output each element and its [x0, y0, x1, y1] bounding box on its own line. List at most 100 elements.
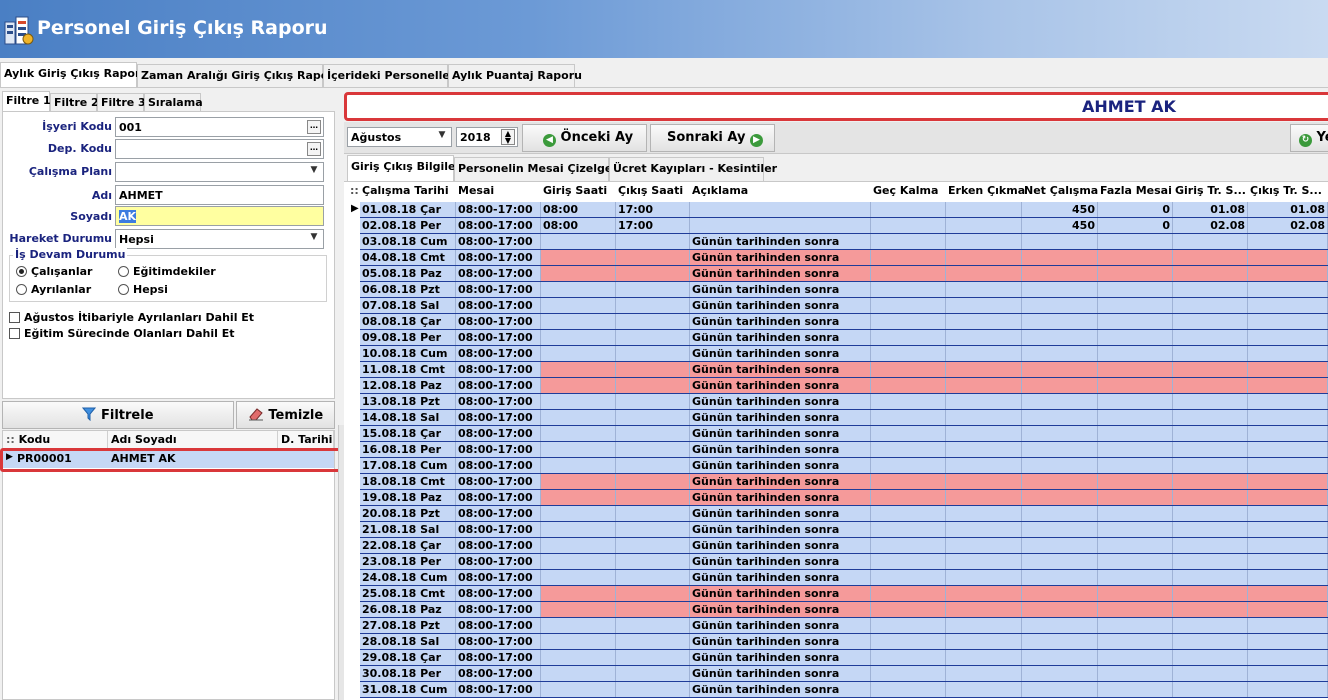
tab-icerideki-personeller[interactable]: İçerideki Personeller: [323, 64, 455, 88]
tab-ucret-kayiplari[interactable]: Ücret Kayıpları - Kesintiler: [609, 157, 777, 181]
grid-header-calisma-tarihi[interactable]: Çalışma Tarihi: [360, 184, 456, 201]
grid-header-fazla-mesai[interactable]: Fazla Mesai: [1098, 184, 1173, 201]
cell-net-calisma: [1022, 442, 1098, 457]
grid-header-erken-cikma[interactable]: Erken Çıkma: [946, 184, 1025, 201]
radio-calisanlar[interactable]: Çalışanlar: [16, 265, 92, 278]
cell-cikis-tr: [1248, 426, 1328, 441]
yenile-button[interactable]: ↻ Yenile: [1290, 124, 1328, 152]
onceki-ay-button[interactable]: ◀ Önceki Ay: [522, 124, 647, 152]
grid-header-gec-kalma[interactable]: Geç Kalma: [871, 184, 946, 201]
cell-calisma-tarihi: 20.08.18 Pzt: [360, 506, 456, 521]
table-row[interactable]: 20.08.18 Pzt 08:00-17:00 Günün tarihinden …: [360, 506, 1328, 522]
cell-giris-tr: [1173, 394, 1248, 409]
filter-panel: İşyeri Kodu 001 … Dep. Kodu … Çalışma Pl…: [2, 111, 335, 399]
table-row[interactable]: 31.08.18 Cum 08:00-17:00 Günün tarihinden …: [360, 682, 1328, 698]
table-row[interactable]: 03.08.18 Cum 08:00-17:00 Günün tarihinden …: [360, 234, 1328, 250]
table-row[interactable]: 19.08.18 Paz 08:00-17:00 Günün tarihinden …: [360, 490, 1328, 506]
dep-kodu-field[interactable]: …: [115, 139, 324, 159]
month-select[interactable]: Ağustos ▼: [347, 127, 452, 147]
grid-header-giris-tr[interactable]: Giriş Tr. S...: [1173, 184, 1248, 201]
cell-cikis-tr: [1248, 474, 1328, 489]
grid-header-net-calisma[interactable]: Net Çalışma: [1022, 184, 1098, 201]
table-row[interactable]: 09.08.18 Per 08:00-17:00 Günün tarihinden …: [360, 330, 1328, 346]
radio-egitimdekiler[interactable]: Eğitimdekiler: [118, 265, 216, 278]
cell-giris-tr: [1173, 634, 1248, 649]
cell-fazla-mesai: [1098, 538, 1173, 553]
cell-giris-saati: [541, 570, 616, 585]
cell-mesai: 08:00-17:00: [456, 378, 541, 393]
soyadi-field[interactable]: AK: [115, 206, 324, 226]
table-row[interactable]: 23.08.18 Per 08:00-17:00 Günün tarihinden …: [360, 554, 1328, 570]
grid-header-aciklama[interactable]: Açıklama: [690, 184, 871, 201]
cell-cikis-tr: [1248, 250, 1328, 265]
table-row[interactable]: 29.08.18 Çar 08:00-17:00 Günün tarihinden …: [360, 650, 1328, 666]
table-row[interactable]: 16.08.18 Per 08:00-17:00 Günün tarihinden …: [360, 442, 1328, 458]
filtrele-button[interactable]: Filtrele: [2, 401, 234, 429]
cell-gec-kalma: [871, 314, 946, 329]
grid-header-cikis-saati[interactable]: Çıkış Saati: [616, 184, 690, 201]
grid-header-d-tarihi[interactable]: D. Tarihi: [278, 431, 334, 449]
table-row[interactable]: 17.08.18 Cum 08:00-17:00 Günün tarihinden …: [360, 458, 1328, 474]
calisma-plani-select[interactable]: ▼: [115, 162, 324, 182]
table-row[interactable]: 18.08.18 Cmt 08:00-17:00 Günün tarihinden …: [360, 474, 1328, 490]
tab-filtre-2[interactable]: Filtre 2: [50, 93, 99, 112]
table-row[interactable]: 15.08.18 Çar 08:00-17:00 Günün tarihinden …: [360, 426, 1328, 442]
grid-menu-icon[interactable]: ::: [348, 184, 359, 201]
table-row[interactable]: 12.08.18 Paz 08:00-17:00 Günün tarihinden …: [360, 378, 1328, 394]
table-row[interactable]: 04.08.18 Cmt 08:00-17:00 Günün tarihinden …: [360, 250, 1328, 266]
table-row[interactable]: 24.08.18 Cum 08:00-17:00 Günün tarihinden …: [360, 570, 1328, 586]
table-row[interactable]: 02.08.18 Per 08:00-17:00 08:00 17:00 450 0 02.…: [360, 218, 1328, 234]
tab-giris-cikis-bilgileri[interactable]: Giriş Çıkış Bilgileri: [347, 155, 465, 181]
cell-giris-saati: [541, 458, 616, 473]
radio-hepsi[interactable]: Hepsi: [118, 283, 168, 296]
temizle-button[interactable]: Temizle: [236, 401, 335, 429]
table-row[interactable]: 27.08.18 Pzt 08:00-17:00 Günün tarihinden …: [360, 618, 1328, 634]
tab-mesai-cizelgesi[interactable]: Personelin Mesai Çizelgesi: [454, 157, 623, 181]
adi-field[interactable]: AHMET: [115, 185, 324, 205]
year-spinner[interactable]: 2018 ▲ ▼: [456, 127, 518, 147]
grid-header-giris-saati[interactable]: Giriş Saati: [541, 184, 616, 201]
cell-cikis-saati: [616, 426, 690, 441]
checkbox-ayrilanlari-dahil[interactable]: Ağustos İtibariyle Ayrılanları Dahil Et: [9, 311, 254, 324]
cell-gec-kalma: [871, 490, 946, 505]
table-row[interactable]: 10.08.18 Cum 08:00-17:00 Günün tarihinden …: [360, 346, 1328, 362]
table-row[interactable]: 14.08.18 Sal 08:00-17:00 Günün tarihinden …: [360, 410, 1328, 426]
isyeri-lookup-button[interactable]: …: [307, 120, 321, 134]
spinner-arrows-icon[interactable]: ▲ ▼: [501, 129, 515, 145]
tab-zaman-araligi[interactable]: Zaman Aralığı Giriş Çıkış Raporu: [137, 64, 342, 88]
tab-filtre-1[interactable]: Filtre 1: [2, 91, 51, 112]
table-row[interactable]: 22.08.18 Çar 08:00-17:00 Günün tarihinden …: [360, 538, 1328, 554]
dep-lookup-button[interactable]: …: [307, 142, 321, 156]
tab-filtre-3[interactable]: Filtre 3: [97, 93, 146, 112]
grid-header-mesai[interactable]: Mesai: [456, 184, 541, 201]
radio-ayrilanlar[interactable]: Ayrılanlar: [16, 283, 91, 296]
tab-aylik-puantaj[interactable]: Aylık Puantaj Raporu: [448, 64, 582, 88]
table-row[interactable]: 06.08.18 Pzt 08:00-17:00 Günün tarihinden …: [360, 282, 1328, 298]
grid-header-cikis-tr[interactable]: Çıkış Tr. S...: [1248, 184, 1328, 201]
table-row[interactable]: 13.08.18 Pzt 08:00-17:00 Günün tarihinden …: [360, 394, 1328, 410]
table-row[interactable]: 08.08.18 Çar 08:00-17:00 Günün tarihinden …: [360, 314, 1328, 330]
grid-header-kodu[interactable]: :: Kodu: [3, 431, 108, 449]
table-row[interactable]: 07.08.18 Sal 08:00-17:00 Günün tarihinden …: [360, 298, 1328, 314]
cell-cikis-saati: [616, 666, 690, 681]
cell-net-calisma: [1022, 378, 1098, 393]
cell-giris-tr: [1173, 570, 1248, 585]
hareket-durumu-select[interactable]: Hepsi ▼: [115, 229, 324, 249]
cell-net-calisma: [1022, 314, 1098, 329]
tab-siralama[interactable]: Sıralama: [144, 93, 203, 112]
checkbox-egitim-dahil[interactable]: Eğitim Sürecinde Olanları Dahil Et: [9, 327, 235, 340]
tab-aylik-giris-cikis[interactable]: Aylık Giriş Çıkış Raporu: [0, 62, 148, 88]
cell-mesai: 08:00-17:00: [456, 602, 541, 617]
table-row[interactable]: 11.08.18 Cmt 08:00-17:00 Günün tarihinden …: [360, 362, 1328, 378]
table-row[interactable]: 21.08.18 Sal 08:00-17:00 Günün tarihinden …: [360, 522, 1328, 538]
isyeri-kodu-field[interactable]: 001 …: [115, 117, 324, 137]
table-row[interactable]: 05.08.18 Paz 08:00-17:00 Günün tarihinden …: [360, 266, 1328, 282]
table-row[interactable]: 30.08.18 Per 08:00-17:00 Günün tarihinden …: [360, 666, 1328, 682]
table-row[interactable]: 25.08.18 Cmt 08:00-17:00 Günün tarihinden …: [360, 586, 1328, 602]
table-row[interactable]: 01.08.18 Çar 08:00-17:00 08:00 17:00 450 0 01.…: [360, 202, 1328, 218]
table-row[interactable]: 28.08.18 Sal 08:00-17:00 Günün tarihinden …: [360, 634, 1328, 650]
table-row[interactable]: 26.08.18 Paz 08:00-17:00 Günün tarihinden …: [360, 602, 1328, 618]
sonraki-ay-button[interactable]: Sonraki Ay ▶: [650, 124, 775, 152]
grid-header-adi-soyadi[interactable]: Adı Soyadı: [108, 431, 278, 449]
cell-fazla-mesai: [1098, 234, 1173, 249]
